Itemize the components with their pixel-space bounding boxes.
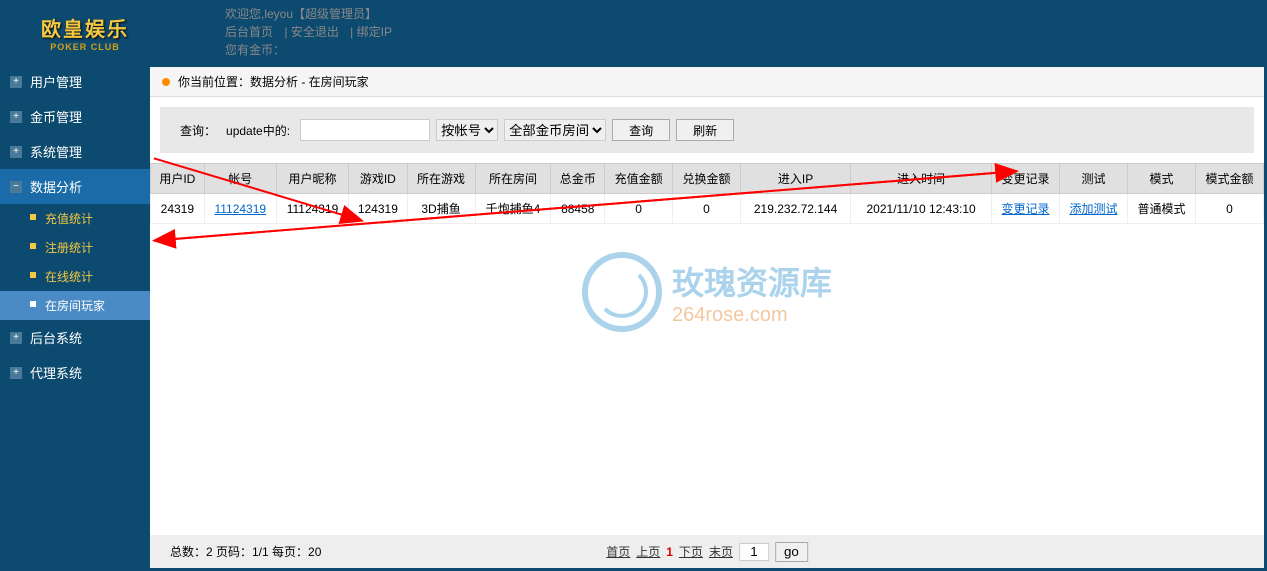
table-row: 24319 11124319 11124319 124319 3D捕鱼 千炮捕鱼… [151, 194, 1264, 224]
cell-mode: 普通模式 [1127, 194, 1195, 224]
pager-input[interactable] [739, 543, 769, 561]
table-header-row: 用户ID 帐号 用户昵称 游戏ID 所在游戏 所在房间 总金币 充值金额 兑换金… [151, 164, 1264, 194]
cell-modeamount: 0 [1195, 194, 1263, 224]
watermark: 玫瑰资源库 264rose.com [582, 252, 832, 332]
cell-changelog-link[interactable]: 变更记录 [1002, 202, 1050, 216]
sidebar-item-analytics[interactable]: −数据分析 [0, 169, 150, 204]
th-gameid: 游戏ID [349, 164, 407, 194]
link-home[interactable]: 后台首页 [225, 25, 273, 39]
pager-current: 1 [666, 545, 673, 559]
welcome-greeting: 欢迎您, [225, 7, 264, 21]
breadcrumb-prefix: 你当前位置： [178, 73, 250, 90]
gold-label: 您有金币： [225, 43, 285, 57]
refresh-button[interactable]: 刷新 [676, 119, 734, 141]
th-game: 所在游戏 [407, 164, 475, 194]
breadcrumb: 你当前位置： 数据分析 - 在房间玩家 [150, 67, 1264, 97]
data-table: 用户ID 帐号 用户昵称 游戏ID 所在游戏 所在房间 总金币 充值金额 兑换金… [150, 163, 1264, 224]
sidebar-sub-recharge[interactable]: 充值统计 [0, 204, 150, 233]
cell-recharge: 0 [605, 194, 673, 224]
search-label2: update中的: [226, 122, 290, 139]
cell-ip: 219.232.72.144 [741, 194, 851, 224]
watermark-title: 玫瑰资源库 [672, 258, 832, 304]
sidebar-item-system[interactable]: +系统管理 [0, 134, 150, 169]
th-entertime: 进入时间 [851, 164, 992, 194]
welcome-role: 【超级管理员】 [293, 7, 377, 21]
pager-next[interactable]: 下页 [679, 543, 703, 560]
search-select-room[interactable]: 全部金币房间 [504, 119, 606, 141]
watermark-rose-icon [582, 252, 662, 332]
logo-sub: POKER CLUB [50, 42, 120, 52]
content-area: 你当前位置： 数据分析 - 在房间玩家 查询： update中的: 按帐号 全部… [150, 67, 1264, 568]
cell-entertime: 2021/11/10 12:43:10 [851, 194, 992, 224]
logo-main: 欧皇娱乐 [41, 13, 129, 42]
th-ip: 进入IP [741, 164, 851, 194]
plus-icon: + [10, 146, 22, 158]
th-room: 所在房间 [475, 164, 551, 194]
watermark-url: 264rose.com [672, 304, 832, 327]
breadcrumb-dot-icon [162, 78, 170, 86]
sidebar-sub-online[interactable]: 在线统计 [0, 262, 150, 291]
th-nickname: 用户昵称 [276, 164, 348, 194]
th-account: 帐号 [204, 164, 276, 194]
pager-first[interactable]: 首页 [606, 543, 630, 560]
sidebar-item-gold[interactable]: +金币管理 [0, 99, 150, 134]
th-changelog: 变更记录 [992, 164, 1060, 194]
cell-gameid: 124319 [349, 194, 407, 224]
sidebar-item-agent[interactable]: +代理系统 [0, 355, 150, 390]
footer: 总数：2 页码：1/1 每页：20 首页 上页 1 下页 末页 go [150, 535, 1264, 568]
cell-gold: 88458 [551, 194, 605, 224]
minus-icon: − [10, 181, 22, 193]
search-button[interactable]: 查询 [612, 119, 670, 141]
sidebar-item-user[interactable]: +用户管理 [0, 64, 150, 99]
plus-icon: + [10, 111, 22, 123]
cell-account-link[interactable]: 11124319 [214, 202, 266, 216]
sidebar-sub-register[interactable]: 注册统计 [0, 233, 150, 262]
welcome-area: 欢迎您,leyou【超级管理员】 后台首页 | 安全退出 | 绑定IP 您有金币… [225, 5, 400, 59]
logo: 欧皇娱乐 POKER CLUB [15, 7, 155, 57]
search-label1: 查询： [180, 122, 216, 139]
link-bindip[interactable]: 绑定IP [357, 25, 392, 39]
page-info: 总数：2 页码：1/1 每页：20 [170, 543, 321, 560]
cell-room: 千炮捕鱼4 [475, 194, 551, 224]
cell-userid: 24319 [151, 194, 205, 224]
th-modeamount: 模式金额 [1195, 164, 1263, 194]
search-input[interactable] [300, 119, 430, 141]
th-exchange: 兑换金额 [673, 164, 741, 194]
cell-test-link[interactable]: 添加测试 [1069, 202, 1117, 216]
th-recharge: 充值金额 [605, 164, 673, 194]
th-userid: 用户ID [151, 164, 205, 194]
cell-game: 3D捕鱼 [407, 194, 475, 224]
search-select-by[interactable]: 按帐号 [436, 119, 498, 141]
welcome-username: leyou [264, 7, 293, 21]
sidebar-item-backend[interactable]: +后台系统 [0, 320, 150, 355]
cell-nickname: 11124319 [276, 194, 348, 224]
sidebar: +用户管理 +金币管理 +系统管理 −数据分析 充值统计 注册统计 在线统计 在… [0, 64, 150, 571]
plus-icon: + [10, 367, 22, 379]
th-mode: 模式 [1127, 164, 1195, 194]
breadcrumb-trail: 数据分析 - 在房间玩家 [250, 73, 369, 90]
link-logout[interactable]: 安全退出 [291, 25, 339, 39]
th-gold: 总金币 [551, 164, 605, 194]
pager-last[interactable]: 末页 [709, 543, 733, 560]
pager-go-button[interactable]: go [775, 542, 808, 562]
sidebar-sub-inroom[interactable]: 在房间玩家 [0, 291, 150, 320]
search-bar: 查询： update中的: 按帐号 全部金币房间 查询 刷新 [160, 107, 1254, 153]
cell-exchange: 0 [673, 194, 741, 224]
plus-icon: + [10, 332, 22, 344]
pager-prev[interactable]: 上页 [636, 543, 660, 560]
pager: 首页 上页 1 下页 末页 go [606, 542, 808, 562]
plus-icon: + [10, 76, 22, 88]
th-test: 测试 [1060, 164, 1128, 194]
